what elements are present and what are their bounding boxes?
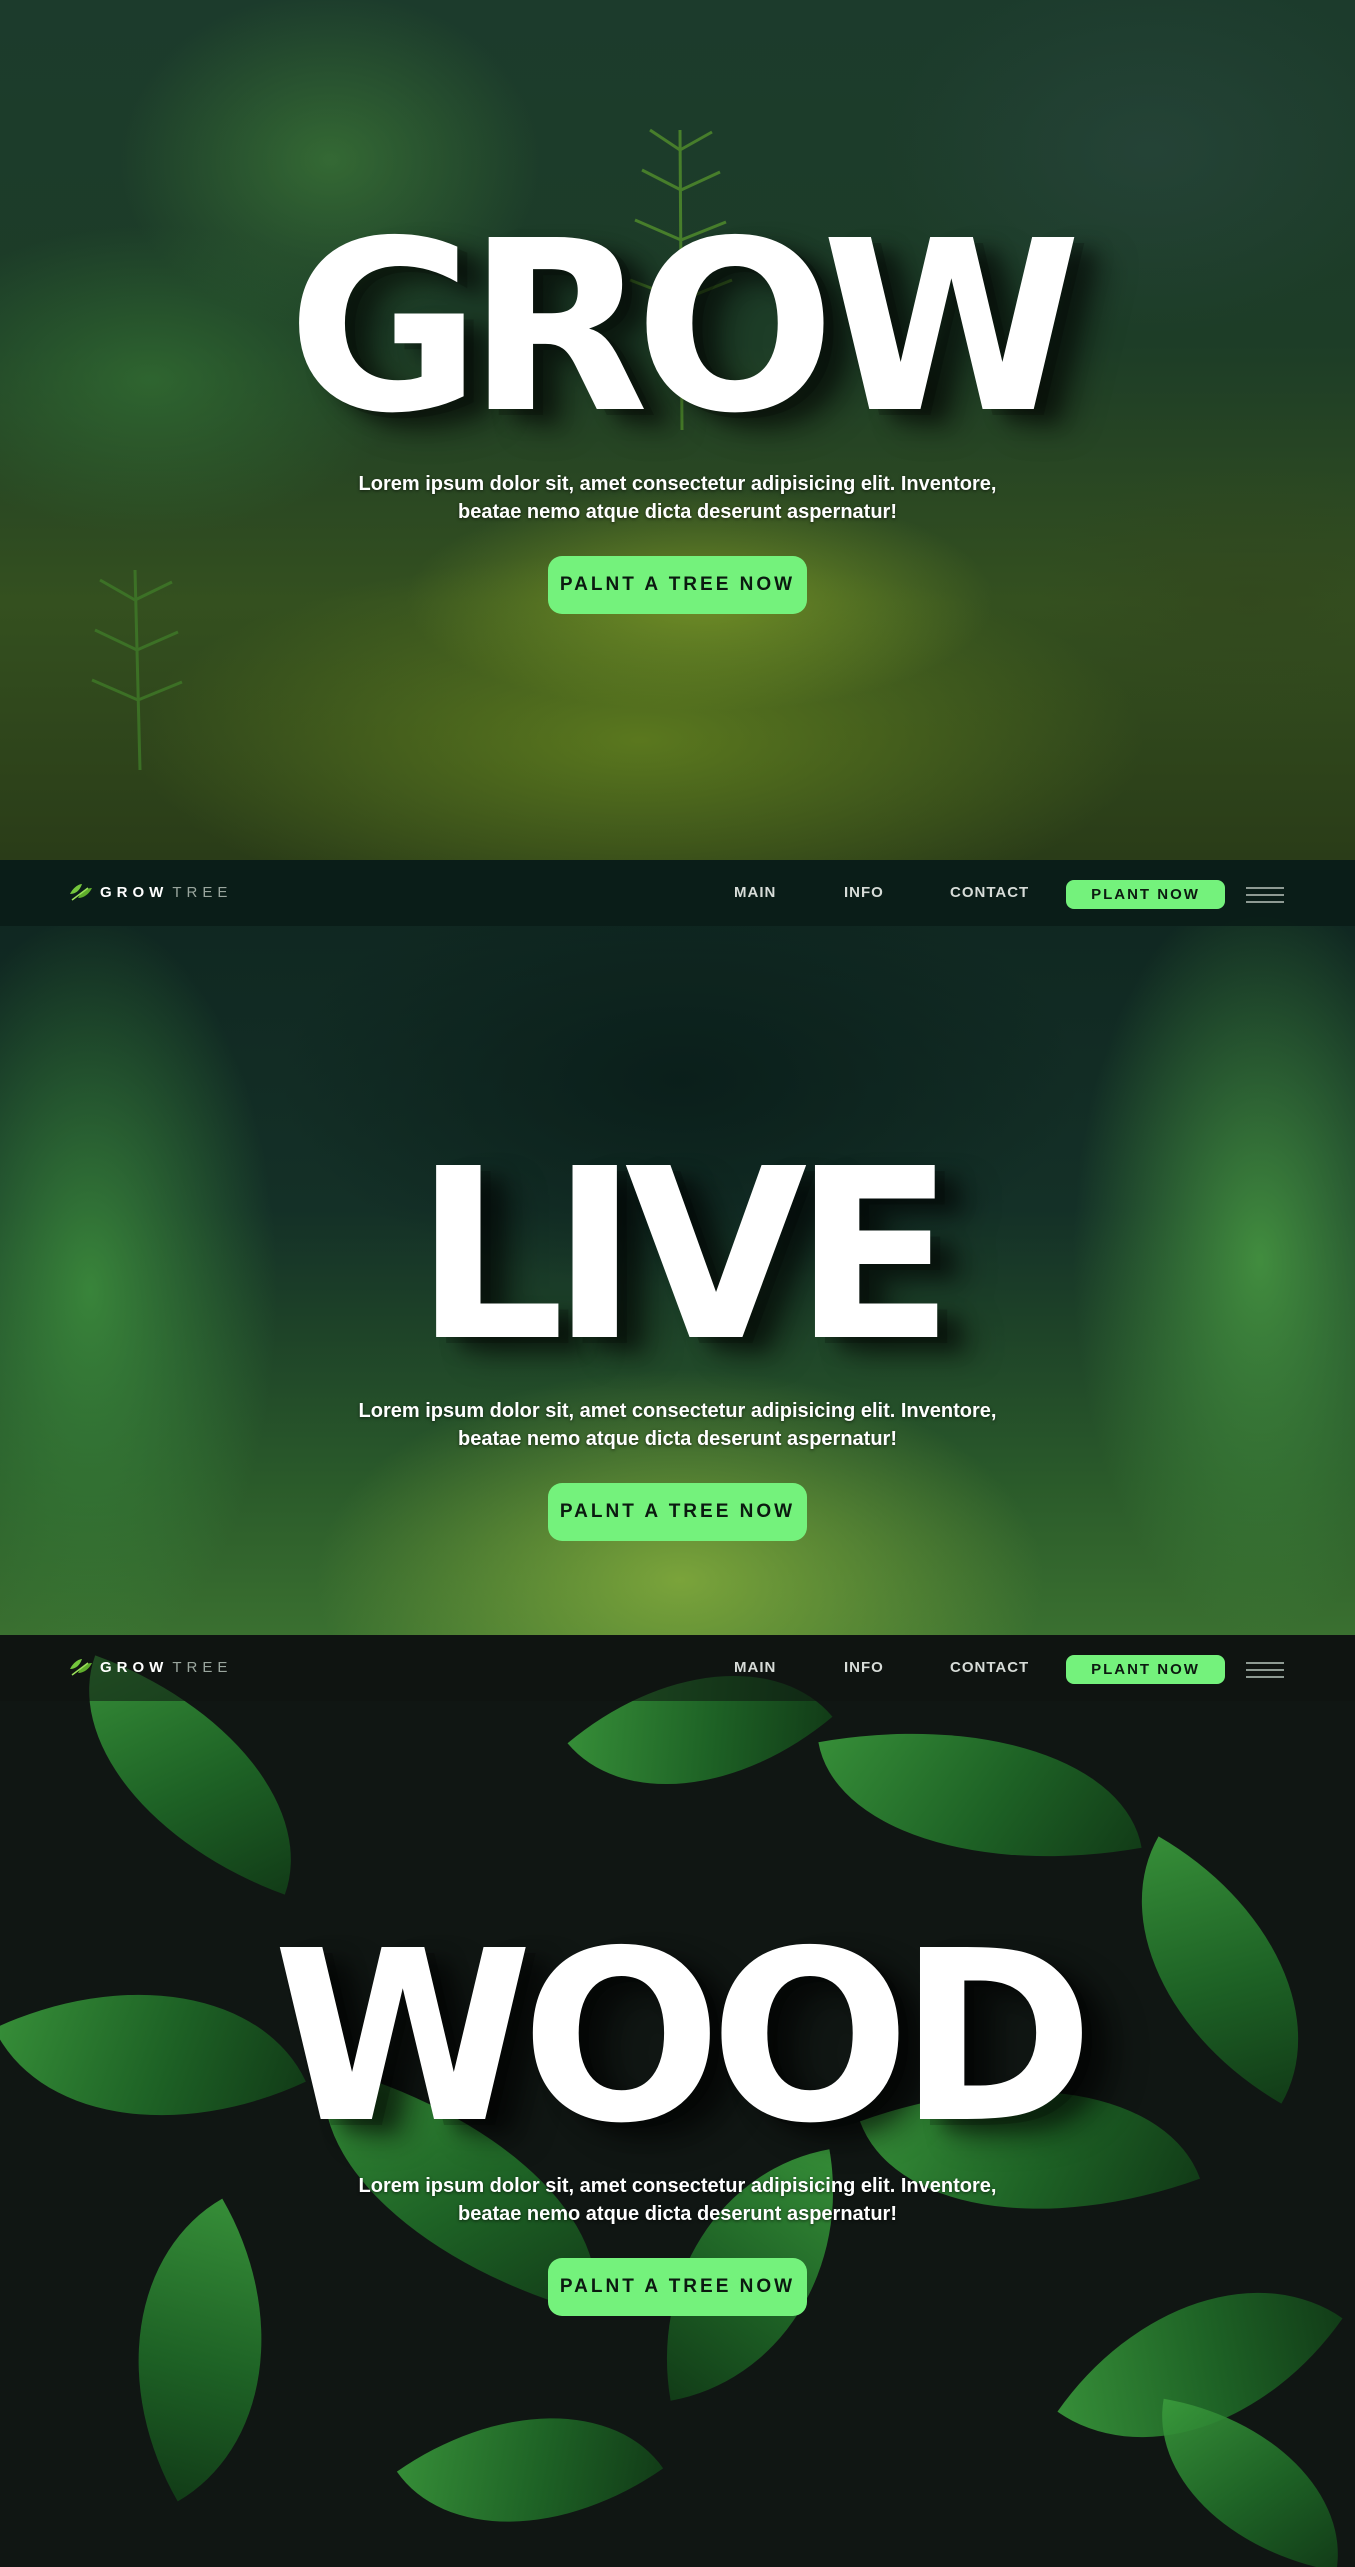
hero-description-line1: Lorem ipsum dolor sit, amet consectetur … <box>358 473 997 495</box>
nav-link-contact[interactable]: CONTACT <box>950 884 1029 901</box>
hero-slide-wood: GROW TREE MAIN INFO CONTACT PLANT NOW WO… <box>0 1635 1355 2567</box>
plant-tree-button[interactable]: PALNT A TREE NOW <box>548 556 807 614</box>
leaf-logo-icon <box>70 1659 92 1676</box>
logo-text-grow: GROW <box>100 1658 169 1676</box>
site-logo[interactable]: GROW TREE <box>68 1657 232 1677</box>
hero-title: LIVE <box>414 1118 954 1393</box>
nav-link-main[interactable]: MAIN <box>734 1659 776 1676</box>
hero-slide-live: GROW TREE MAIN INFO CONTACT PLANT NOW LI… <box>0 860 1355 1635</box>
hero-description-line2: beatae nemo atque dicta deserunt asperna… <box>457 2203 897 2225</box>
hamburger-menu-icon[interactable] <box>1246 1662 1284 1678</box>
hero-description: Lorem ipsum dolor sit, amet consectetur … <box>0 470 1355 526</box>
hamburger-menu-icon[interactable] <box>1246 887 1284 903</box>
logo-text-tree: TREE <box>172 1658 233 1676</box>
plant-tree-button[interactable]: PALNT A TREE NOW <box>548 1483 807 1541</box>
nav-link-info[interactable]: INFO <box>844 1659 884 1676</box>
hero-slide-grow: GROW Lorem ipsum dolor sit, amet consect… <box>0 0 1355 860</box>
nav-link-contact[interactable]: CONTACT <box>950 1659 1029 1676</box>
hero-description: Lorem ipsum dolor sit, amet consectetur … <box>0 1397 1355 1453</box>
site-logo[interactable]: GROW TREE <box>68 882 232 902</box>
hero-description-line2: beatae nemo atque dicta deserunt asperna… <box>457 1428 897 1450</box>
logo-text-grow: GROW <box>100 883 169 901</box>
logo-text-tree: TREE <box>172 883 233 901</box>
pine-sprig-decoration <box>91 569 183 771</box>
hero-title: WOOD <box>272 1900 1094 2175</box>
leaf-logo-icon <box>70 884 92 901</box>
hero-description: Lorem ipsum dolor sit, amet consectetur … <box>0 2172 1355 2228</box>
plant-tree-button[interactable]: PALNT A TREE NOW <box>548 2258 807 2316</box>
plant-now-button[interactable]: PLANT NOW <box>1066 880 1225 909</box>
plant-now-button[interactable]: PLANT NOW <box>1066 1655 1225 1684</box>
hero-description-line2: beatae nemo atque dicta deserunt asperna… <box>457 501 897 523</box>
site-header: GROW TREE MAIN INFO CONTACT PLANT NOW <box>0 1635 1355 1701</box>
hero-description-line1: Lorem ipsum dolor sit, amet consectetur … <box>358 1400 997 1422</box>
hero-description-line1: Lorem ipsum dolor sit, amet consectetur … <box>358 2175 997 2197</box>
nav-link-main[interactable]: MAIN <box>734 884 776 901</box>
hero-title: GROW <box>287 190 1081 465</box>
site-header: GROW TREE MAIN INFO CONTACT PLANT NOW <box>0 860 1355 926</box>
nav-link-info[interactable]: INFO <box>844 884 884 901</box>
